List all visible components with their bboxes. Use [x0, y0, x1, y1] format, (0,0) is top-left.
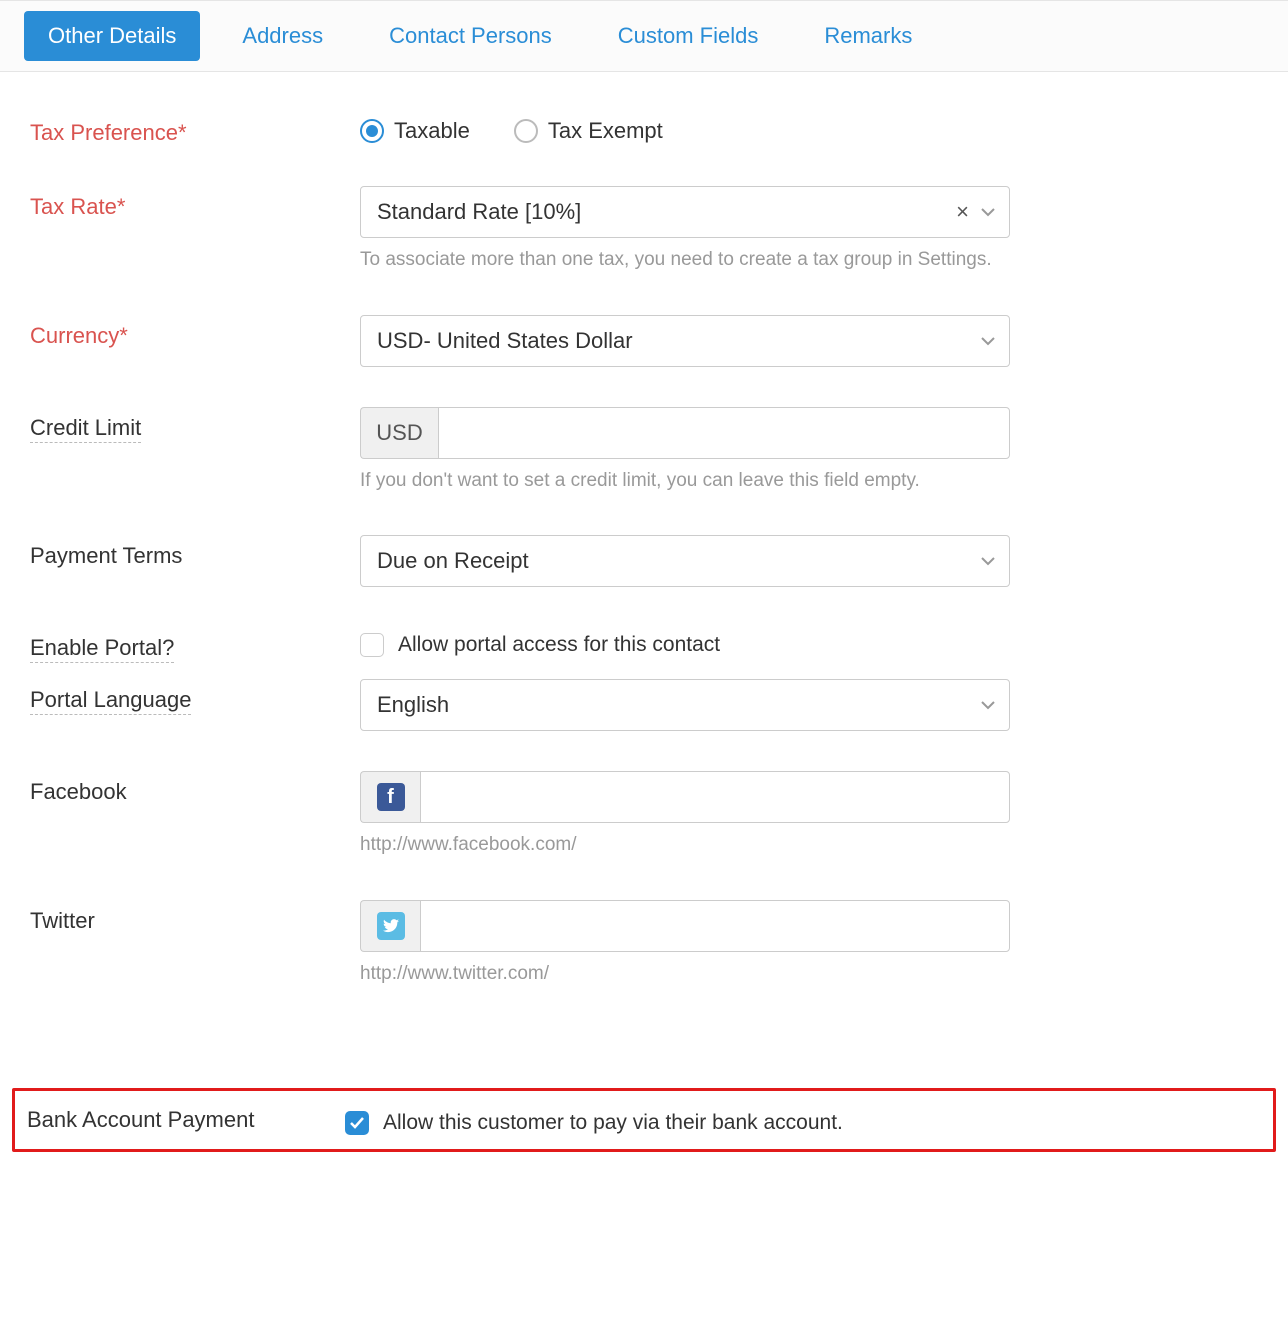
twitter-group: [360, 900, 1010, 952]
facebook-label: Facebook: [30, 771, 360, 805]
payment-terms-select[interactable]: Due on Receipt: [360, 535, 1010, 587]
tab-address[interactable]: Address: [218, 11, 347, 61]
payment-terms-value: Due on Receipt: [377, 548, 529, 574]
radio-indicator: [360, 119, 384, 143]
chevron-down-icon: [981, 336, 995, 346]
credit-limit-group: USD: [360, 407, 1010, 459]
tax-preference-label: Tax Preference*: [30, 112, 360, 146]
tab-custom-fields[interactable]: Custom Fields: [594, 11, 783, 61]
close-icon[interactable]: ×: [956, 199, 969, 225]
form-area: Tax Preference* Taxable Tax Exempt Tax R…: [0, 72, 1288, 1088]
bank-account-payment-checkbox-label: Allow this customer to pay via their ban…: [383, 1111, 843, 1135]
enable-portal-label: Enable Portal?: [30, 627, 360, 661]
credit-limit-help: If you don't want to set a credit limit,…: [360, 467, 1010, 496]
tab-remarks[interactable]: Remarks: [800, 11, 936, 61]
currency-value: USD- United States Dollar: [377, 328, 633, 354]
bank-account-payment-label: Bank Account Payment: [27, 1107, 345, 1133]
credit-limit-input[interactable]: [438, 407, 1010, 459]
tabs-bar: Other Details Address Contact Persons Cu…: [0, 0, 1288, 72]
radio-indicator: [514, 119, 538, 143]
facebook-help: http://www.facebook.com/: [360, 831, 1010, 860]
facebook-addon: f: [360, 771, 420, 823]
radio-tax-exempt[interactable]: Tax Exempt: [514, 118, 663, 144]
tax-rate-label: Tax Rate*: [30, 186, 360, 220]
tax-rate-value: Standard Rate [10%]: [377, 199, 581, 225]
tax-rate-help: To associate more than one tax, you need…: [360, 246, 1010, 275]
enable-portal-checkbox[interactable]: [360, 633, 384, 657]
tab-other-details[interactable]: Other Details: [24, 11, 200, 61]
currency-label: Currency*: [30, 315, 360, 349]
twitter-help: http://www.twitter.com/: [360, 960, 1010, 989]
chevron-down-icon: [981, 700, 995, 710]
credit-limit-prefix: USD: [360, 407, 438, 459]
facebook-input[interactable]: [420, 771, 1010, 823]
radio-taxable-label: Taxable: [394, 118, 470, 144]
twitter-input[interactable]: [420, 900, 1010, 952]
radio-taxable[interactable]: Taxable: [360, 118, 470, 144]
credit-limit-label: Credit Limit: [30, 407, 360, 441]
twitter-icon: [377, 912, 405, 940]
tax-rate-select[interactable]: Standard Rate [10%] ×: [360, 186, 1010, 238]
bank-account-payment-row: Bank Account Payment Allow this customer…: [12, 1088, 1276, 1152]
chevron-down-icon: [981, 207, 995, 217]
currency-select[interactable]: USD- United States Dollar: [360, 315, 1010, 367]
enable-portal-checkbox-label: Allow portal access for this contact: [398, 633, 720, 657]
portal-language-select[interactable]: English: [360, 679, 1010, 731]
tab-contact-persons[interactable]: Contact Persons: [365, 11, 576, 61]
facebook-icon: f: [377, 783, 405, 811]
facebook-group: f: [360, 771, 1010, 823]
bank-account-payment-checkbox[interactable]: [345, 1111, 369, 1135]
twitter-label: Twitter: [30, 900, 360, 934]
tax-preference-radio-group: Taxable Tax Exempt: [360, 112, 1010, 144]
payment-terms-label: Payment Terms: [30, 535, 360, 569]
twitter-addon: [360, 900, 420, 952]
chevron-down-icon: [981, 556, 995, 566]
portal-language-value: English: [377, 692, 449, 718]
radio-exempt-label: Tax Exempt: [548, 118, 663, 144]
portal-language-label: Portal Language: [30, 679, 360, 713]
